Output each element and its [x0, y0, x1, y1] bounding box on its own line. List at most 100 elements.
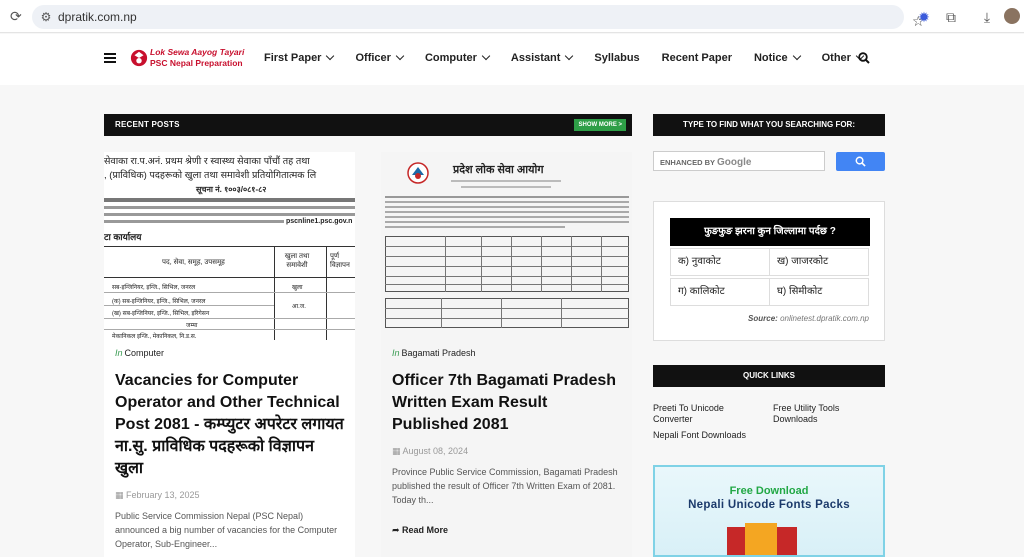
thumb-text: प्रदेश लोक सेवा आयोग — [453, 164, 544, 176]
nav-item-officer[interactable]: Officer — [355, 51, 405, 64]
post-date-text: February 13, 2025 — [126, 490, 200, 500]
search-input[interactable]: ENHANCED BY Google — [653, 151, 825, 171]
thumb-text: टा कार्यालय — [104, 232, 142, 242]
read-more-link[interactable]: ➦ Read More — [392, 525, 622, 536]
nav-item-label: Other — [821, 52, 851, 64]
post-date-text: August 08, 2024 — [402, 446, 469, 456]
profile-avatar[interactable] — [1004, 8, 1020, 24]
search-icon — [855, 156, 866, 167]
main-nav: First Paper Officer Computer Assistant Sylla… — [264, 51, 885, 64]
search-placeholder: ENHANCED BY Google — [660, 157, 751, 168]
quiz-source-label: Source: — [748, 314, 778, 323]
post-card[interactable]: प्रदेश लोक सेवा आयोग InBagamati Pradesh — [381, 152, 632, 557]
browser-toolbar: ⟳ ⚙ dpratik.com.np ☆ ✹ ⧉ ⤓ — [0, 0, 1024, 33]
quiz-option[interactable]: घ) सिमीकोट — [769, 278, 869, 306]
quiz-option[interactable]: क) नुवाकोट — [670, 248, 770, 276]
calendar-icon: ▦ — [115, 490, 127, 500]
nav-item-label: Officer — [355, 52, 391, 64]
reload-icon[interactable]: ⟳ — [10, 8, 22, 25]
search-icon[interactable] — [858, 52, 870, 64]
logo-mark-icon — [130, 49, 148, 67]
nav-item-label: Computer — [424, 52, 477, 64]
archive-strap-icon — [745, 523, 777, 555]
post-title[interactable]: Officer 7th Bagamati Pradesh Written Exa… — [392, 370, 622, 436]
nav-item-label: Recent Paper — [661, 52, 732, 64]
nav-item-label: Assistant — [510, 52, 561, 64]
emblem-icon — [407, 162, 429, 184]
chevron-down-icon — [395, 51, 405, 61]
nav-item-computer[interactable]: Computer — [424, 51, 491, 64]
category-link[interactable]: Computer — [125, 348, 165, 358]
share-arrow-icon: ➦ — [392, 525, 403, 535]
quiz-question: फुङफुङ झरना कुन जिल्लामा पर्दछ ? — [670, 218, 870, 246]
post-excerpt: Public Service Commission Nepal (PSC Nep… — [115, 511, 338, 549]
post-thumbnail[interactable]: सेवाका रा.प.अनं. प्रथम श्रेणी र स्वास्थ्… — [104, 152, 355, 340]
quick-link[interactable]: Nepali Font Downloads — [653, 430, 773, 441]
calendar-icon: ▦ — [392, 446, 403, 456]
nav-item-notice[interactable]: Notice — [753, 51, 801, 64]
post-category: In Computer — [115, 348, 345, 358]
chevron-down-icon — [481, 51, 491, 61]
thumb-text: (ख) सब-इन्जिनियर, इन्जि., सिभिल, इरिगेसन — [112, 311, 210, 317]
thumb-text: खुला तथा समावेशी — [284, 253, 310, 269]
address-bar-url: dpratik.com.np — [58, 10, 137, 24]
site-logo[interactable]: Lok Sewa Aayog Tayari PSC Nepal Preparat… — [130, 46, 244, 74]
search-button[interactable] — [836, 152, 885, 171]
quiz-option[interactable]: ग) कालिकोट — [670, 278, 770, 306]
promo-banner[interactable]: Free Download Nepali Unicode Fonts Packs — [653, 465, 885, 557]
category-link[interactable]: Bagamati Pradesh — [402, 348, 476, 358]
thumb-text: सेवाका रा.प.अनं. प्रथम श्रेणी र स्वास्थ्… — [104, 156, 310, 167]
nav-item-first-paper[interactable]: First Paper — [264, 51, 335, 64]
extension-gear-icon[interactable]: ✹ — [915, 8, 933, 26]
thumb-text: pscnline1.psc.gov.n — [286, 218, 353, 225]
post-category: In Bagamati Pradesh — [392, 348, 622, 358]
download-icon[interactable]: ⤓ — [978, 8, 996, 26]
address-bar[interactable]: ⚙ dpratik.com.np ☆ — [32, 5, 925, 29]
post-date: ▦ August 08, 2024 — [392, 446, 622, 457]
search-widget-title: TYPE TO FIND WHAT YOU SEARCHING FOR: — [653, 114, 885, 136]
category-prefix: In — [392, 348, 400, 358]
chevron-down-icon — [326, 51, 335, 61]
quiz-source-link[interactable]: onlinetest.dpratik.com.np — [780, 314, 869, 323]
show-more-button[interactable]: SHOW MORE > — [574, 119, 626, 131]
read-more-label: Read More — [402, 525, 449, 535]
thumb-text: (क) सब-इन्जिनियर, इन्जि., सिभिल, जनरल — [112, 299, 206, 305]
nav-item-label: Syllabus — [594, 52, 640, 64]
search-placeholder-text: ENHANCED BY — [660, 158, 715, 167]
extensions-puzzle-icon[interactable]: ⧉ — [942, 8, 960, 26]
recent-posts-title: RECENT POSTS — [115, 120, 180, 129]
google-brand-text: Google — [716, 157, 752, 168]
chevron-down-icon — [792, 51, 801, 61]
quiz-option[interactable]: ख) जाजरकोट — [769, 248, 869, 276]
quiz-source: Source: onlinetest.dpratik.com.np — [748, 314, 869, 323]
thumb-text: पद, सेवा, समूह, उपसमूह — [162, 259, 225, 266]
promo-line2: Nepali Unicode Fonts Packs — [688, 499, 850, 511]
logo-title: Lok Sewa Aayog Tayari — [150, 47, 245, 57]
thumb-text: सूचना नं. १००३/०८१-८२ — [196, 185, 267, 194]
thumb-text: पूर्ण विज्ञापन — [330, 253, 350, 269]
site-info-icon[interactable]: ⚙ — [38, 9, 54, 25]
thumb-text: , (प्राविधिक) पदहरूको खुला तथा समावेशी प… — [104, 170, 317, 181]
post-thumbnail[interactable]: प्रदेश लोक सेवा आयोग — [381, 152, 632, 340]
nav-item-syllabus[interactable]: Syllabus — [594, 52, 639, 64]
site-header: Lok Sewa Aayog Tayari PSC Nepal Preparat… — [0, 34, 1024, 85]
thumb-text: जम्मा — [186, 323, 198, 329]
post-card[interactable]: सेवाका रा.प.अनं. प्रथम श्रेणी र स्वास्थ्… — [104, 152, 355, 557]
post-excerpt: Province Public Service Commission, Baga… — [392, 467, 618, 505]
quick-link[interactable]: Preeti To Unicode Converter — [653, 403, 753, 425]
quick-link[interactable]: Free Utility Tools Downloads — [773, 403, 873, 425]
post-date: ▦ February 13, 2025 — [115, 490, 345, 501]
menu-hamburger-icon[interactable] — [104, 53, 116, 63]
thumb-text: खुला — [292, 285, 303, 291]
thumb-text: सब-इन्जिनियर, इन्जि., सिभिल, जनरल — [112, 285, 196, 291]
chevron-down-icon — [565, 51, 574, 61]
nav-item-label: Notice — [753, 52, 788, 64]
category-prefix: In — [115, 348, 123, 358]
nav-item-recent-paper[interactable]: Recent Paper — [662, 52, 732, 64]
quiz-widget: फुङफुङ झरना कुन जिल्लामा पर्दछ ? क) नुवा… — [653, 201, 885, 341]
thumb-text: मेकानिकल इन्जि., मेकानिकल, नि.ड.स. — [112, 334, 197, 340]
post-title[interactable]: Vacancies for Computer Operator and Othe… — [115, 370, 345, 480]
promo-line1: Free Download — [729, 485, 809, 497]
nav-item-other[interactable]: Other — [821, 51, 865, 64]
nav-item-assistant[interactable]: Assistant — [510, 51, 574, 64]
